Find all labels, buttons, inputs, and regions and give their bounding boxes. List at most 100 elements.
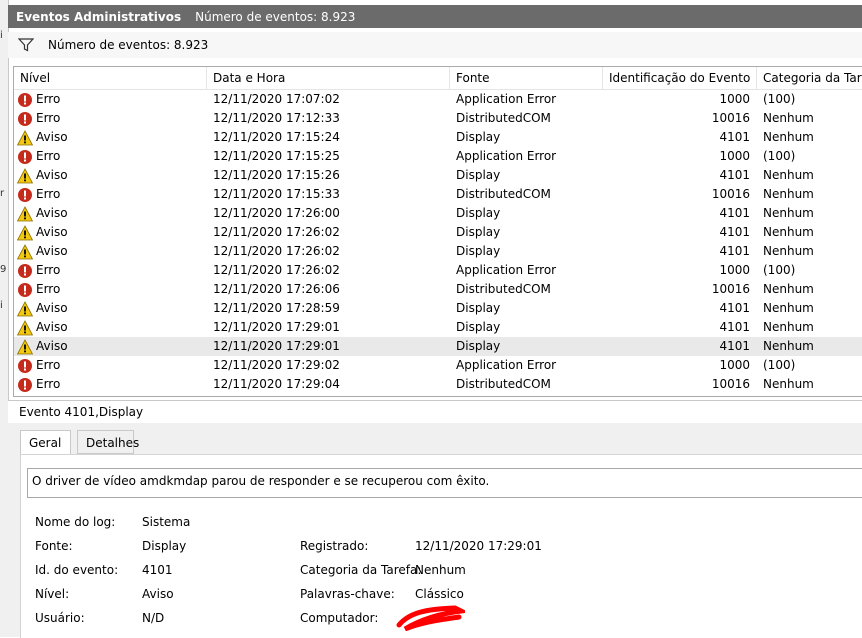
task-category-value: Nenhum — [415, 563, 466, 577]
column-header-level[interactable]: Nível — [14, 67, 207, 89]
row-level: Aviso — [17, 299, 68, 318]
row-level-label: Erro — [36, 111, 61, 125]
row-category: Nenhum — [763, 377, 814, 391]
row-source: Display — [456, 206, 501, 220]
warning-icon — [17, 319, 33, 335]
row-source: Display — [456, 320, 501, 334]
row-source: Application Error — [456, 263, 557, 277]
event-id-value: 4101 — [142, 563, 173, 577]
table-row[interactable]: Aviso 12/11/2020 17:26:02 Display 4101 Nenhu… — [14, 242, 862, 261]
table-row[interactable]: Erro 12/11/2020 17:26:02 Application Error… — [14, 261, 862, 280]
row-date: 12/11/2020 17:15:26 — [213, 168, 340, 182]
task-category-label: Categoria da Tarefa: — [300, 563, 422, 577]
row-category: Nenhum — [763, 168, 814, 182]
table-row[interactable]: Erro 12/11/2020 17:07:02 Application Error… — [14, 90, 862, 109]
row-event-id: 4101 — [719, 225, 750, 239]
error-icon — [18, 263, 32, 278]
tab-general[interactable]: Geral — [20, 430, 71, 456]
pane-event-count: Número de eventos: 8.923 — [195, 9, 356, 24]
warning-icon — [17, 300, 33, 316]
row-date: 12/11/2020 17:26:02 — [213, 225, 340, 239]
details-header: Evento 4101,Display — [8, 400, 862, 424]
column-header-category[interactable]: Categoria da Tarefa — [757, 67, 862, 89]
row-date: 12/11/2020 17:26:00 — [213, 206, 340, 220]
row-event-id: 1000 — [719, 358, 750, 372]
error-icon — [18, 282, 32, 297]
row-level-label: Aviso — [36, 301, 68, 315]
row-event-id: 4101 — [719, 244, 750, 258]
row-level-label: Aviso — [36, 244, 68, 258]
row-date: 12/11/2020 17:07:02 — [213, 92, 340, 106]
error-icon — [18, 377, 32, 392]
table-row[interactable]: Aviso 12/11/2020 17:29:01 Display 4101 Nenhu… — [14, 337, 862, 356]
column-header-event-id[interactable]: Identificação do Evento — [603, 67, 757, 89]
row-date: 12/11/2020 17:15:24 — [213, 130, 340, 144]
details-pane: Geral Detalhes O driver de vídeo amdkmda… — [8, 423, 862, 638]
row-level-label: Erro — [36, 149, 61, 163]
table-row[interactable]: Aviso 12/11/2020 17:26:00 Display 4101 Nenhu… — [14, 204, 862, 223]
row-category: Nenhum — [763, 111, 814, 125]
row-level: Aviso — [17, 318, 68, 337]
row-level-label: Aviso — [36, 130, 68, 144]
log-name-label: Nome do log: — [35, 515, 116, 529]
row-level: Erro — [17, 109, 60, 128]
general-panel: O driver de vídeo amdkmdap parou de resp… — [20, 454, 862, 638]
row-level-label: Erro — [36, 377, 61, 391]
row-level: Aviso — [17, 223, 68, 242]
logged-label: Registrado: — [300, 539, 369, 553]
row-level-label: Erro — [36, 187, 61, 201]
row-source: DistributedCOM — [456, 282, 551, 296]
row-category: Nenhum — [763, 187, 814, 201]
row-source: Application Error — [456, 149, 557, 163]
row-source: Display — [456, 244, 501, 258]
events-table[interactable]: Nível Data e Hora ^ Fonte Identificação … — [13, 66, 862, 397]
row-date: 12/11/2020 17:29:04 — [213, 377, 340, 391]
row-source: Display — [456, 301, 501, 315]
table-row[interactable]: Aviso 12/11/2020 17:26:02 Display 4101 Nenhu… — [14, 223, 862, 242]
row-event-id: 1000 — [719, 263, 750, 277]
row-level: Aviso — [17, 128, 68, 147]
row-level-label: Erro — [36, 263, 61, 277]
row-event-id: 10016 — [711, 282, 750, 296]
user-label: Usuário: — [35, 611, 85, 625]
row-date: 12/11/2020 17:28:59 — [213, 301, 340, 315]
table-row[interactable]: Aviso 12/11/2020 17:15:24 Display 4101 Nenhu… — [14, 128, 862, 147]
row-date: 12/11/2020 17:29:02 — [213, 358, 340, 372]
table-row[interactable]: Erro 12/11/2020 17:26:06 DistributedCOM 100… — [14, 280, 862, 299]
row-category: Nenhum — [763, 282, 814, 296]
table-row[interactable]: Erro 12/11/2020 17:15:33 DistributedCOM 100… — [14, 185, 862, 204]
row-category: (100) — [763, 263, 796, 277]
table-row[interactable]: Erro 12/11/2020 17:29:02 Application Error… — [14, 356, 862, 375]
warning-icon — [17, 205, 33, 221]
row-category: Nenhum — [763, 320, 814, 334]
error-icon — [18, 149, 32, 164]
keywords-value: Clássico — [415, 587, 464, 601]
funnel-icon[interactable] — [18, 38, 34, 52]
log-name-value: Sistema — [142, 515, 191, 529]
details-title: Evento 4101,Display — [19, 405, 144, 419]
row-date: 12/11/2020 17:26:02 — [213, 244, 340, 258]
table-row[interactable]: Erro 12/11/2020 17:12:33 DistributedCOM 100… — [14, 109, 862, 128]
warning-icon — [17, 167, 33, 183]
column-header-source[interactable]: Fonte — [450, 67, 603, 89]
row-level: Erro — [17, 90, 60, 109]
row-event-id: 4101 — [719, 301, 750, 315]
error-icon — [18, 92, 32, 107]
table-row[interactable]: Aviso 12/11/2020 17:28:59 Display 4101 Nenhu… — [14, 299, 862, 318]
row-level-label: Aviso — [36, 206, 68, 220]
row-source: DistributedCOM — [456, 187, 551, 201]
source-value: Display — [142, 539, 187, 553]
row-event-id: 1000 — [719, 149, 750, 163]
row-date: 12/11/2020 17:12:33 — [213, 111, 340, 125]
table-row[interactable]: Erro 12/11/2020 17:15:25 Application Error… — [14, 147, 862, 166]
row-date: 12/11/2020 17:26:02 — [213, 263, 340, 277]
table-row[interactable]: Aviso 12/11/2020 17:29:01 Display 4101 Nenhu… — [14, 318, 862, 337]
row-level: Aviso — [17, 204, 68, 223]
table-row[interactable]: Aviso 12/11/2020 17:15:26 Display 4101 Nenhu… — [14, 166, 862, 185]
table-row[interactable]: Erro 12/11/2020 17:29:04 DistributedCOM 100… — [14, 375, 862, 394]
tab-details[interactable]: Detalhes — [77, 430, 139, 454]
row-level-label: Erro — [36, 92, 61, 106]
row-event-id: 4101 — [719, 320, 750, 334]
row-level-label: Erro — [36, 282, 61, 296]
event-description[interactable]: O driver de vídeo amdkmdap parou de resp… — [27, 468, 862, 498]
